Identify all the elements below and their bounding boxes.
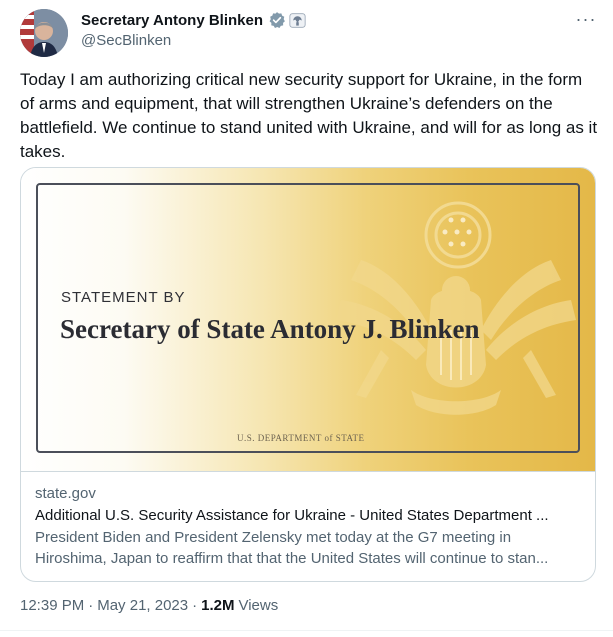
tweet-meta: 12:39 PM · May 21, 2023 · 1.2M Views	[20, 597, 278, 614]
link-card[interactable]: STATEMENT BY Secretary of State Antony J…	[20, 167, 596, 582]
display-name[interactable]: Secretary Antony Blinken	[81, 12, 263, 29]
tweet: Secretary Antony Blinken @SecBlinken ···…	[0, 0, 613, 637]
avatar[interactable]	[20, 9, 68, 57]
us-government-seal-icon[interactable]	[289, 12, 306, 29]
department-label: U.S. DEPARTMENT of STATE	[237, 433, 365, 443]
name-row: Secretary Antony Blinken	[81, 10, 306, 30]
handle[interactable]: @SecBlinken	[81, 32, 171, 49]
tweet-time[interactable]: 12:39 PM	[20, 597, 84, 614]
verified-badge-icon[interactable]	[268, 11, 286, 29]
card-domain[interactable]: state.gov	[35, 484, 583, 504]
views-label[interactable]: Views	[238, 597, 278, 614]
card-title[interactable]: Additional U.S. Security Assistance for …	[35, 506, 583, 526]
tweet-text: Today I am authorizing critical new secu…	[20, 70, 598, 161]
more-options-icon[interactable]: ···	[572, 8, 600, 30]
views-count[interactable]: 1.2M	[201, 597, 234, 614]
statement-by-label: STATEMENT BY	[61, 289, 186, 306]
tweet-date[interactable]: May 21, 2023	[97, 597, 188, 614]
meta-separator: ·	[88, 597, 94, 614]
card-description[interactable]: President Biden and President Zelensky m…	[35, 527, 583, 569]
card-meta[interactable]: state.gov Additional U.S. Security Assis…	[35, 484, 583, 569]
divider	[0, 630, 613, 631]
card-image[interactable]: STATEMENT BY Secretary of State Antony J…	[21, 168, 595, 472]
meta-separator: ·	[192, 597, 198, 614]
statement-secretary-name: Secretary of State Antony J. Blinken	[60, 314, 480, 344]
